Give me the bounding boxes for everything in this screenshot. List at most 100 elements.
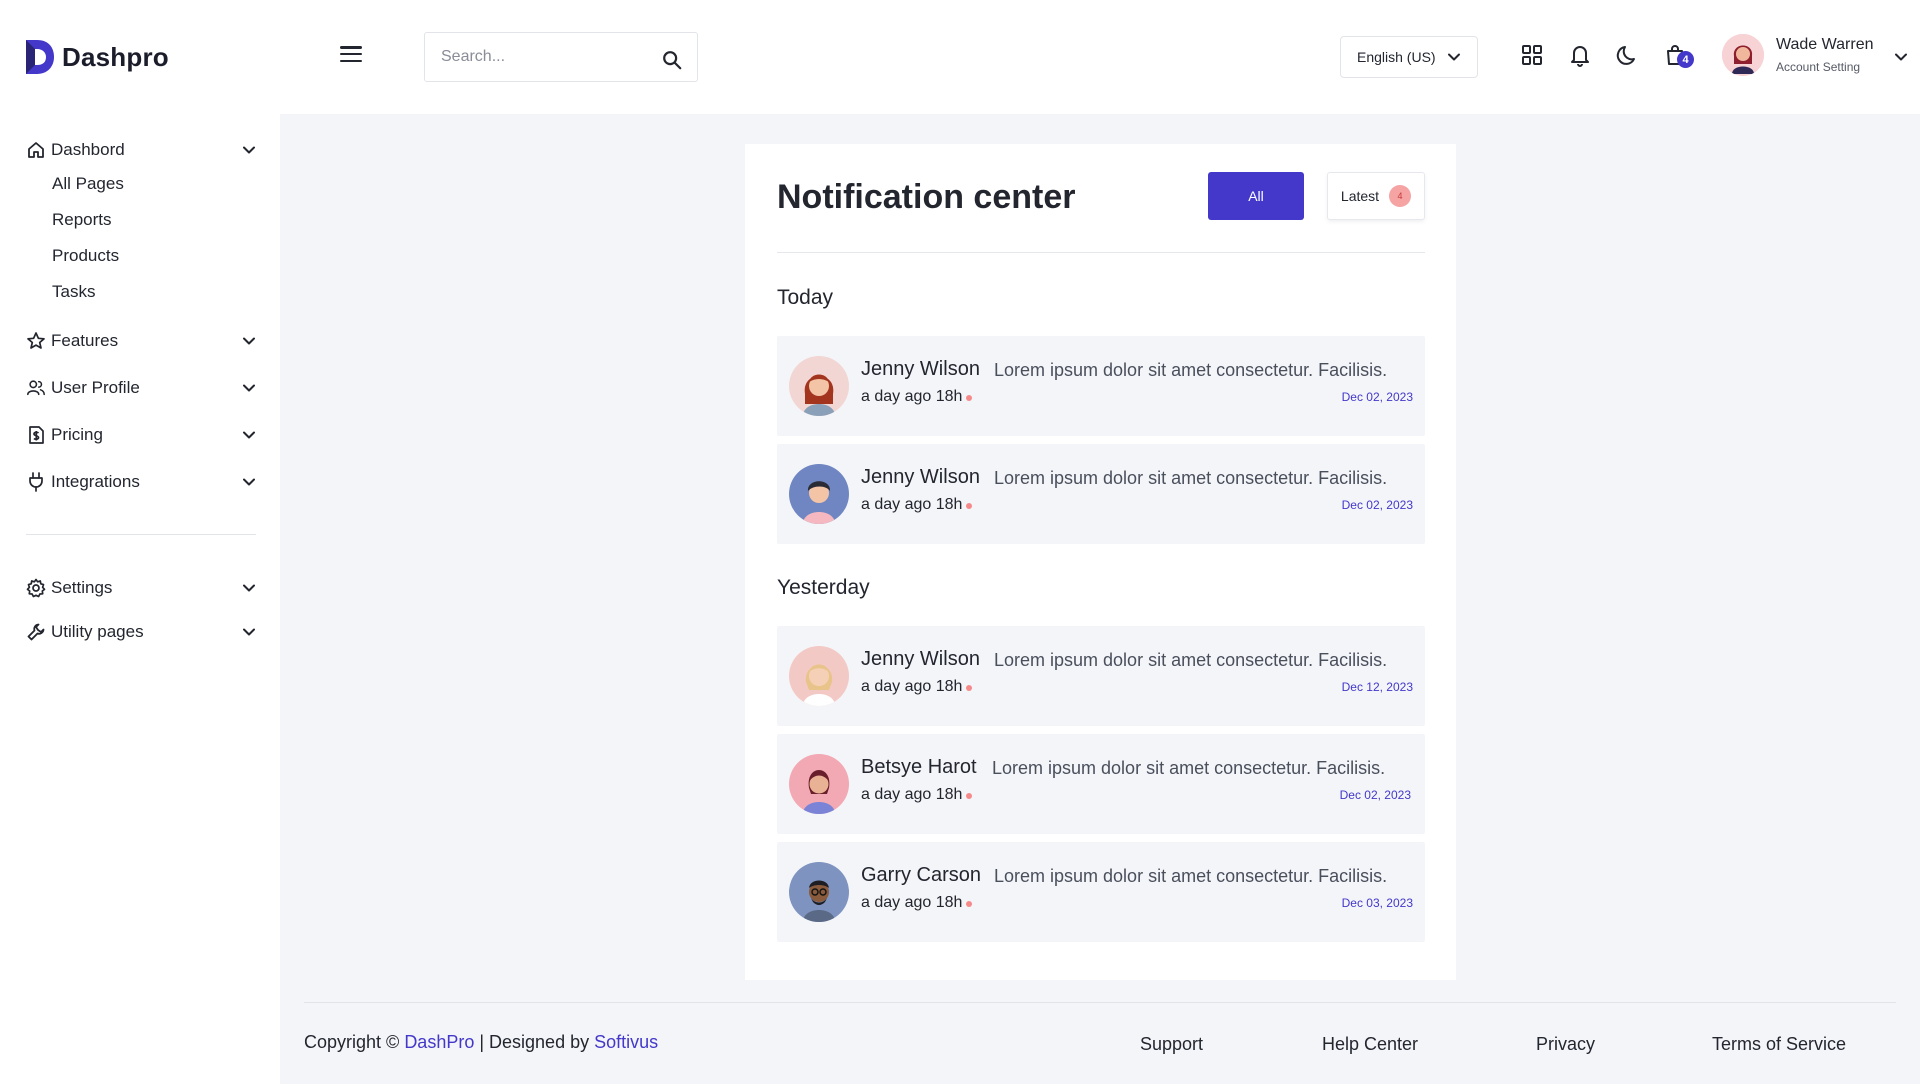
plug-icon <box>29 472 43 492</box>
notification-sender: Jenny Wilson <box>861 466 980 488</box>
brand-logo[interactable]: Dashpro <box>22 38 169 76</box>
sidebar-subitem-all-pages[interactable]: All Pages <box>52 174 124 194</box>
sidebar-item-label: Features <box>51 331 119 350</box>
sidebar-item-dashboard[interactable]: Dashbord <box>26 136 256 164</box>
notification-date: Dec 02, 2023 <box>1341 390 1413 404</box>
notification-time: a day ago 18h <box>861 786 973 804</box>
language-select[interactable]: English (US) <box>1340 36 1478 78</box>
cart-button[interactable]: 4 <box>1663 42 1694 68</box>
chevron-down-icon <box>1894 53 1907 61</box>
sidebar: Dashbord All Pages Reports Products Task… <box>0 114 280 1084</box>
footer-link-terms[interactable]: Terms of Service <box>1712 1034 1846 1055</box>
notification-message: Lorem ipsum dolor sit amet consectetur. … <box>994 468 1388 488</box>
notification-time: a day ago 18h <box>861 388 973 406</box>
user-avatar <box>1722 34 1764 76</box>
sidebar-item-label: User Profile <box>51 378 140 397</box>
user-menu[interactable]: Wade Warren Account Setting <box>1722 34 1908 76</box>
unread-dot <box>966 685 973 691</box>
moon-icon[interactable] <box>1615 42 1641 68</box>
star-icon <box>27 332 45 349</box>
notification-time: a day ago 18h <box>861 496 973 514</box>
tab-latest-button[interactable]: Latest 4 <box>1327 172 1425 220</box>
sidebar-item-label: Utility pages <box>51 622 144 641</box>
avatar <box>789 646 849 706</box>
sidebar-subitem-products[interactable]: Products <box>52 246 119 266</box>
copyright-prefix: Copyright © <box>304 1032 405 1052</box>
grid-icon[interactable] <box>1519 42 1545 68</box>
avatar <box>789 862 849 922</box>
bell-icon[interactable] <box>1567 42 1593 68</box>
notification-sender: Garry Carson <box>861 864 982 886</box>
unread-dot <box>966 395 973 401</box>
copyright: Copyright © DashPro | Designed by Softiv… <box>304 1032 658 1053</box>
sidebar-subitem-tasks[interactable]: Tasks <box>52 282 95 302</box>
notification-item[interactable]: Jenny Wilson Lorem ipsum dolor sit amet … <box>777 336 1425 436</box>
sidebar-divider <box>26 534 256 535</box>
notification-time-text: a day ago 18h <box>861 678 963 695</box>
notification-time-text: a day ago 18h <box>861 496 963 513</box>
search-icon[interactable] <box>661 49 683 71</box>
avatar <box>789 464 849 524</box>
notification-date: Dec 02, 2023 <box>1341 498 1413 512</box>
dashpro-link[interactable]: DashPro <box>404 1032 474 1052</box>
group-label-today: Today <box>777 286 834 309</box>
unread-dot <box>966 901 973 907</box>
notification-item[interactable]: Betsye Harot Lorem ipsum dolor sit amet … <box>777 734 1425 834</box>
chevron-down-icon <box>1448 53 1460 61</box>
sidebar-item-features[interactable]: Features <box>26 327 256 355</box>
card-divider <box>777 252 1425 253</box>
group-label-yesterday: Yesterday <box>777 576 870 599</box>
dashpro-logo-icon <box>26 40 54 74</box>
notification-item[interactable]: Jenny Wilson Lorem ipsum dolor sit amet … <box>777 444 1425 544</box>
sidebar-item-label: Pricing <box>51 425 103 444</box>
notification-center-card: Notification center All Latest 4 Today J… <box>745 144 1456 980</box>
sidebar-item-settings[interactable]: Settings <box>26 574 256 602</box>
brand-name: Dashpro <box>62 41 169 72</box>
notification-message: Lorem ipsum dolor sit amet consectetur. … <box>992 758 1386 778</box>
notification-date: Dec 03, 2023 <box>1341 896 1413 910</box>
footer-link-help-center[interactable]: Help Center <box>1322 1034 1418 1055</box>
notification-message: Lorem ipsum dolor sit amet consectetur. … <box>994 866 1388 886</box>
notification-time-text: a day ago 18h <box>861 894 963 911</box>
sidebar-item-label: Settings <box>51 578 113 597</box>
cart-count-badge: 4 <box>1677 51 1694 68</box>
notification-item[interactable]: Garry Carson Lorem ipsum dolor sit amet … <box>777 842 1425 942</box>
notification-sender: Jenny Wilson <box>861 648 980 670</box>
sidebar-item-utility-pages[interactable]: Utility pages <box>26 618 256 646</box>
avatar <box>789 356 849 416</box>
home-icon <box>28 142 44 158</box>
notification-sender: Jenny Wilson <box>861 358 980 380</box>
notification-item[interactable]: Jenny Wilson Lorem ipsum dolor sit amet … <box>777 626 1425 726</box>
sidebar-item-integrations[interactable]: Integrations <box>26 468 256 496</box>
footer-link-support[interactable]: Support <box>1140 1034 1203 1055</box>
wrench-icon <box>27 623 45 641</box>
language-label: English (US) <box>1357 49 1436 65</box>
notification-sender: Betsye Harot <box>861 756 977 778</box>
users-icon <box>27 380 45 396</box>
account-setting-label: Account Setting <box>1776 60 1861 74</box>
notification-date: Dec 02, 2023 <box>1339 788 1411 802</box>
tab-latest-label: Latest <box>1340 188 1380 204</box>
unread-dot <box>966 793 973 799</box>
sidebar-item-label: Integrations <box>51 472 140 491</box>
top-header: Dashpro English (US) 4 Wade Warren Accou… <box>0 0 1920 114</box>
main-content: Notification center All Latest 4 Today J… <box>280 114 1920 1084</box>
dollar-doc-icon <box>29 426 44 444</box>
sidebar-subitem-reports[interactable]: Reports <box>52 210 112 230</box>
sidebar-item-user-profile[interactable]: User Profile <box>26 374 256 402</box>
sidebar-item-label: Dashbord <box>51 140 125 159</box>
chevron-down-icon <box>243 431 255 439</box>
footer-link-privacy[interactable]: Privacy <box>1536 1034 1595 1055</box>
softivus-link[interactable]: Softivus <box>594 1032 658 1052</box>
notification-time: a day ago 18h <box>861 894 973 912</box>
search-box <box>424 32 698 82</box>
tab-all-button[interactable]: All <box>1208 172 1304 220</box>
page-title: Notification center <box>777 178 1076 216</box>
menu-icon[interactable] <box>340 46 362 62</box>
notification-message: Lorem ipsum dolor sit amet consectetur. … <box>994 360 1388 380</box>
notification-time: a day ago 18h <box>861 678 973 696</box>
notification-date: Dec 12, 2023 <box>1341 680 1413 694</box>
search-input[interactable] <box>441 48 661 66</box>
sidebar-item-pricing[interactable]: Pricing <box>26 421 256 449</box>
notification-time-text: a day ago 18h <box>861 388 963 405</box>
